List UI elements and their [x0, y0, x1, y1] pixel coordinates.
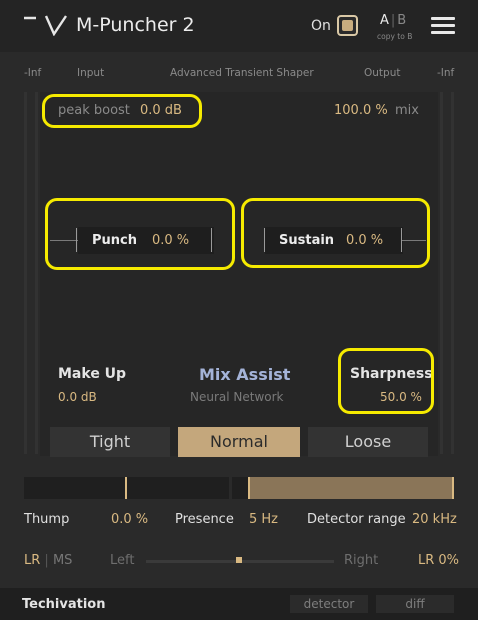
mix-assist-subtitle: Neural Network [190, 390, 284, 404]
logo-icon [24, 15, 67, 36]
detector-range-label: Detector range [307, 512, 406, 527]
peak-boost-value[interactable]: 0.0 dB [140, 103, 182, 118]
detector-button[interactable]: detector [290, 595, 368, 613]
detector-range-value[interactable]: 20 kHz [412, 512, 457, 527]
mode-normal-button[interactable]: Normal [178, 427, 300, 457]
ab-a[interactable]: A [380, 13, 389, 28]
mode-loose-button[interactable]: Loose [308, 427, 428, 457]
pan-slider-handle[interactable] [236, 557, 242, 563]
brand-label: Techivation [22, 597, 106, 612]
ab-b[interactable]: B [397, 13, 406, 28]
input-meter [24, 92, 38, 454]
stereo-mode-lr[interactable]: LR [24, 553, 40, 568]
mix-assist-button[interactable]: Mix Assist [199, 365, 290, 384]
sustain-slider-line-right [402, 240, 426, 241]
sustain-value[interactable]: 0.0 % [346, 233, 383, 248]
app-title: M-Puncher 2 [76, 14, 195, 36]
mix-value[interactable]: 100.0 % [334, 103, 388, 118]
input-label: Input [77, 67, 105, 79]
hamburger-menu-icon[interactable] [431, 17, 455, 35]
subtitle: Advanced Transient Shaper [170, 67, 314, 79]
mix-label: mix [395, 103, 419, 118]
stereo-mode-ms[interactable]: MS [53, 553, 72, 568]
thump-label: Thump [24, 512, 70, 527]
punch-slider-tick-right [211, 228, 212, 252]
output-label: Output [364, 67, 401, 79]
diff-button[interactable]: diff [376, 595, 454, 613]
output-level-label: -Inf [437, 67, 455, 79]
pan-right-label: Right [344, 553, 379, 568]
input-level-label: -Inf [24, 67, 42, 79]
peak-boost-label: peak boost [58, 103, 130, 118]
makeup-label: Make Up [58, 366, 127, 382]
power-label: On [311, 18, 331, 34]
output-meter [440, 92, 454, 454]
ab-switch[interactable]: A | B [380, 13, 406, 28]
thump-value[interactable]: 0.0 % [111, 512, 148, 527]
detector-range-handle-high[interactable] [452, 477, 454, 499]
power-toggle[interactable] [337, 15, 358, 36]
thump-slider-handle[interactable] [125, 477, 127, 499]
punch-value[interactable]: 0.0 % [152, 233, 189, 248]
header-bar [0, 0, 478, 52]
copy-to-b-button[interactable]: copy to B [377, 32, 412, 41]
stereo-mode-switch[interactable]: LR | MS [24, 553, 72, 568]
pan-left-label: Left [110, 553, 135, 568]
mode-tight-button[interactable]: Tight [50, 427, 170, 457]
punch-slider-tick-left [76, 228, 77, 252]
power-toggle-fill [342, 20, 353, 31]
sharpness-label: Sharpness [350, 366, 433, 382]
stereo-mode-separator: | [44, 553, 49, 568]
punch-label: Punch [92, 233, 137, 248]
detector-range-handle-low[interactable] [248, 477, 250, 499]
pan-value[interactable]: LR 0% [418, 553, 459, 568]
sharpness-value[interactable]: 50.0 % [380, 390, 422, 404]
makeup-value[interactable]: 0.0 dB [58, 390, 97, 404]
presence-label: Presence [175, 512, 234, 527]
detector-range-fill [249, 477, 453, 499]
sustain-label: Sustain [279, 233, 335, 248]
presence-value[interactable]: 5 Hz [249, 512, 278, 527]
